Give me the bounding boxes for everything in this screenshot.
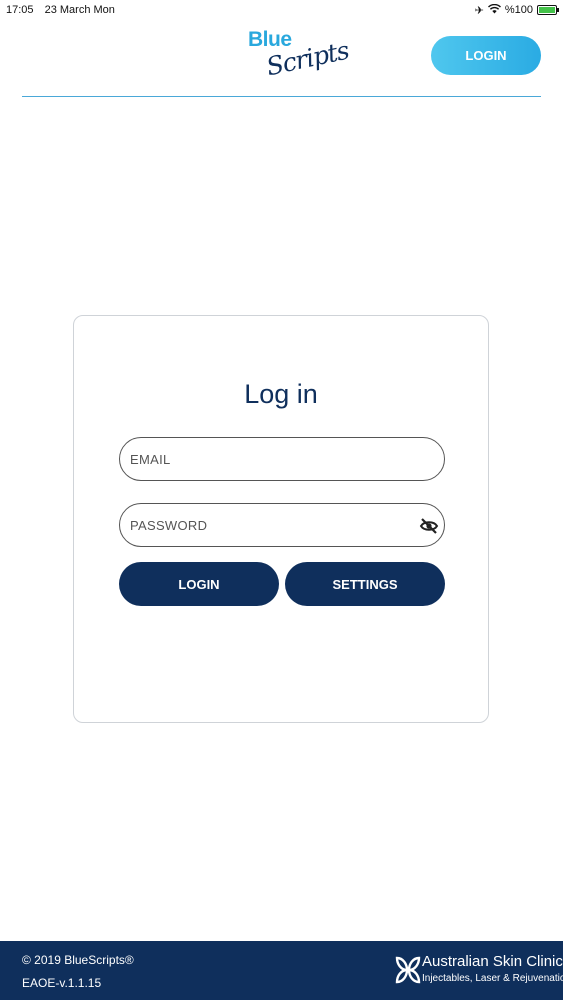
status-bar: 17:05 23 March Mon ✈ %100 <box>0 0 563 20</box>
settings-button[interactable]: SETTINGS <box>285 562 445 606</box>
status-left: 17:05 23 March Mon <box>6 4 123 16</box>
copyright-text: © 2019 BlueScripts® <box>22 953 134 967</box>
wifi-icon <box>487 3 501 17</box>
email-input[interactable] <box>120 438 444 480</box>
login-title: Log in <box>244 379 318 409</box>
password-input[interactable] <box>120 504 444 546</box>
clinic-tagline: Injectables, Laser & Rejuvenation <box>422 973 563 984</box>
header-divider <box>22 96 541 97</box>
status-date: 23 March Mon <box>44 4 115 16</box>
battery-icon <box>537 5 559 15</box>
bluescripts-logo: Blue Scripts <box>246 26 351 82</box>
version-text: EAOE-v.1.1.15 <box>22 976 102 990</box>
clinic-name: Australian Skin Clinics™ <box>422 953 563 970</box>
login-button[interactable]: LOGIN <box>119 562 279 606</box>
login-card: Log in LOGIN SETTINGS <box>73 315 489 723</box>
status-time: 17:05 <box>6 4 34 16</box>
airplane-icon: ✈ <box>474 4 484 17</box>
password-field-wrapper <box>119 503 445 547</box>
email-field-wrapper <box>119 437 445 481</box>
eye-off-icon[interactable] <box>418 515 440 537</box>
status-right: ✈ %100 <box>474 3 559 17</box>
header-login-button[interactable]: LOGIN <box>431 36 541 75</box>
battery-percent: %100 <box>504 4 533 16</box>
footer: © 2019 BlueScripts® EAOE-v.1.1.15 Austra… <box>0 941 563 1000</box>
clinic-logo-icon <box>393 954 423 986</box>
